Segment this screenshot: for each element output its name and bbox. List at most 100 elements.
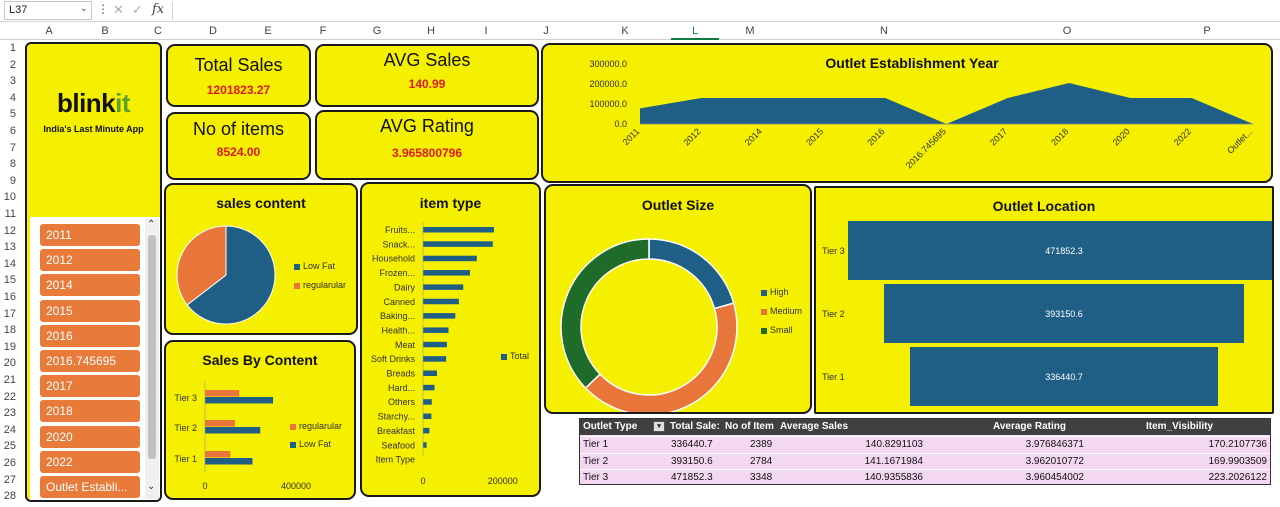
table-cell: 336440.7 [671, 439, 713, 450]
row-header[interactable]: 8 [10, 158, 16, 170]
column-header[interactable]: E [264, 25, 271, 37]
row-header[interactable]: 21 [4, 374, 16, 386]
row-header[interactable]: 24 [4, 424, 16, 436]
pivot-table[interactable]: Outlet Type ▾ Total Sale: No of Item Ave… [579, 418, 1271, 485]
column-header[interactable]: M [745, 25, 754, 37]
row-header[interactable]: 19 [4, 341, 16, 353]
column-header[interactable]: I [484, 25, 487, 37]
category-label: Tier 2 [822, 309, 845, 319]
header-average-sales: Average Sales [780, 421, 849, 432]
row-header[interactable]: 23 [4, 407, 16, 419]
funnel-chart: 471852.3 Tier 3 393150.6 Tier 2 336440.7 Tier… [822, 221, 1272, 406]
chart-item-type[interactable]: item type Fruits... Snack... Household Froz… [360, 182, 541, 497]
slicer-item[interactable]: 2014 [40, 274, 140, 297]
row-header[interactable]: 5 [10, 108, 16, 120]
pie-chart [176, 225, 276, 325]
slicer-item[interactable]: 2018 [40, 400, 140, 423]
bar-chart: Tier 1 Tier 2 Tier 3 0 400000 [174, 382, 311, 491]
table-cell: Tier 3 [583, 472, 609, 483]
row-header[interactable]: 4 [10, 92, 16, 104]
x-tick-label: 2022 [1172, 126, 1193, 147]
column-header[interactable]: N [880, 25, 888, 37]
filter-icon[interactable]: ▾ [653, 421, 665, 432]
row-header[interactable]: 20 [4, 357, 16, 369]
cancel-icon[interactable]: ✕ [113, 2, 124, 18]
slicer-item[interactable]: 2022 [40, 450, 140, 473]
header-outlet-type: Outlet Type [583, 421, 638, 432]
year-slicer[interactable]: 2011 2012 2014 2015 2016 2016.745695 2017 2018 2… [30, 217, 160, 500]
row-header[interactable]: 12 [4, 225, 16, 237]
column-header[interactable]: G [373, 25, 382, 37]
slicer-item[interactable]: 2016 [40, 324, 140, 347]
row-header[interactable]: 28 [4, 490, 16, 502]
chart-sales-content[interactable]: sales content Low Fat regularular [164, 183, 358, 335]
more-options-icon[interactable]: ⋮ [97, 2, 109, 16]
kpi-avg-sales: AVG Sales 140.99 [315, 44, 539, 107]
category-label: Breads [386, 369, 415, 379]
name-box[interactable]: L37 [4, 1, 92, 20]
row-header[interactable]: 16 [4, 291, 16, 303]
slicer-item[interactable]: 2017 [40, 375, 140, 398]
column-header[interactable]: J [543, 25, 549, 37]
category-label: Tier 2 [174, 423, 197, 433]
bar [205, 451, 231, 458]
column-header[interactable]: C [154, 25, 162, 37]
bar [205, 427, 261, 434]
chart-outlet-establishment-year[interactable]: Outlet Establishment Year 300000.0 200000… [541, 43, 1273, 183]
row-header[interactable]: 6 [10, 125, 16, 137]
category-label: Baking... [380, 311, 415, 321]
column-header[interactable]: L [692, 25, 698, 37]
row-header[interactable]: 1 [10, 42, 16, 54]
slicer-item[interactable]: 2016.745695 [40, 350, 140, 372]
column-header[interactable]: K [621, 25, 628, 37]
row-header[interactable]: 11 [5, 208, 16, 220]
enter-icon[interactable]: ✓ [132, 2, 143, 18]
column-header[interactable]: F [320, 25, 327, 37]
chart-outlet-location[interactable]: Outlet Location 471852.3 Tier 3 393150.6 Ti… [814, 186, 1274, 414]
row-header[interactable]: 7 [10, 142, 16, 154]
row-header[interactable]: 22 [4, 391, 16, 403]
row-header[interactable]: 15 [4, 274, 16, 286]
legend-item: Medium [761, 306, 802, 316]
legend-label: Total [510, 351, 530, 361]
row-header[interactable]: 3 [10, 75, 16, 87]
chart-outlet-size[interactable]: Outlet Size High Medium Small [544, 184, 812, 414]
row-header[interactable]: 18 [4, 324, 16, 336]
row-header[interactable]: 14 [4, 258, 16, 270]
x-tick-label: 2015 [804, 126, 825, 147]
column-header[interactable]: A [45, 25, 52, 37]
row-header[interactable]: 10 [4, 191, 16, 203]
column-header[interactable]: H [427, 25, 435, 37]
column-header[interactable]: O [1063, 25, 1072, 37]
row-header[interactable]: 25 [4, 440, 16, 452]
row-header[interactable]: 13 [4, 241, 16, 253]
scroll-up-icon[interactable]: ⌃ [147, 219, 155, 230]
column-header[interactable]: B [101, 25, 108, 37]
insert-function-button[interactable]: fx [152, 2, 164, 17]
slicer-item[interactable]: Outlet Establi... [40, 476, 140, 498]
slicer-item[interactable]: 2011 [40, 224, 140, 246]
header-no-of-item: No of Item [725, 421, 774, 432]
scroll-down-icon[interactable]: ⌄ [147, 481, 155, 492]
column-header[interactable]: D [209, 25, 217, 37]
bar [423, 327, 449, 333]
slicer-item[interactable]: 2020 [40, 425, 140, 448]
bar [423, 442, 427, 448]
row-header[interactable]: 17 [4, 308, 16, 320]
slicer-item[interactable]: 2012 [40, 249, 140, 272]
scrollbar-thumb[interactable] [148, 235, 156, 459]
column-header[interactable]: P [1203, 25, 1210, 37]
legend-item: Low Fat [294, 261, 335, 271]
row-header[interactable]: 2 [10, 59, 16, 71]
row-header[interactable]: 9 [10, 175, 16, 187]
category-label: Soft Drinks [371, 354, 416, 364]
table-row: Tier 3 471852.3 3348 140.9355836 3.960454002… [580, 469, 1270, 485]
slicer-item[interactable]: 2015 [40, 299, 140, 322]
chevron-down-icon[interactable]: ⌄ [80, 3, 88, 14]
row-header[interactable]: 27 [4, 474, 16, 486]
kpi-total-sales: Total Sales 1201823.27 [166, 44, 311, 107]
category-label: Breakfast [377, 426, 416, 436]
chart-sales-by-content[interactable]: Sales By Content Tier 1 Tier 2 Tier 3 0 4000… [164, 340, 356, 500]
slicer-scrollbar[interactable]: ⌃ ⌄ [145, 219, 159, 499]
row-header[interactable]: 26 [4, 457, 16, 469]
